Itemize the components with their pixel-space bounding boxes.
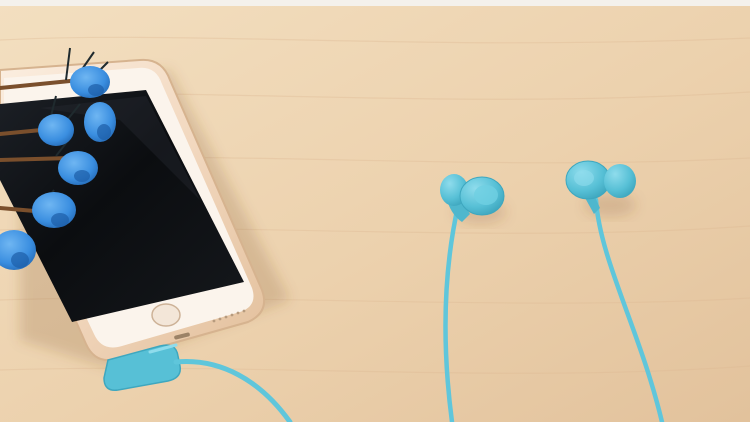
photo-canvas [0,0,750,422]
home-button [151,303,181,327]
flower-3 [38,114,74,146]
photo-scene [0,0,750,422]
right-earbud-tip [604,164,636,198]
wall-strip [0,0,750,6]
left-earbud-logo-plate [474,185,498,205]
right-earbud-highlight [574,170,594,186]
